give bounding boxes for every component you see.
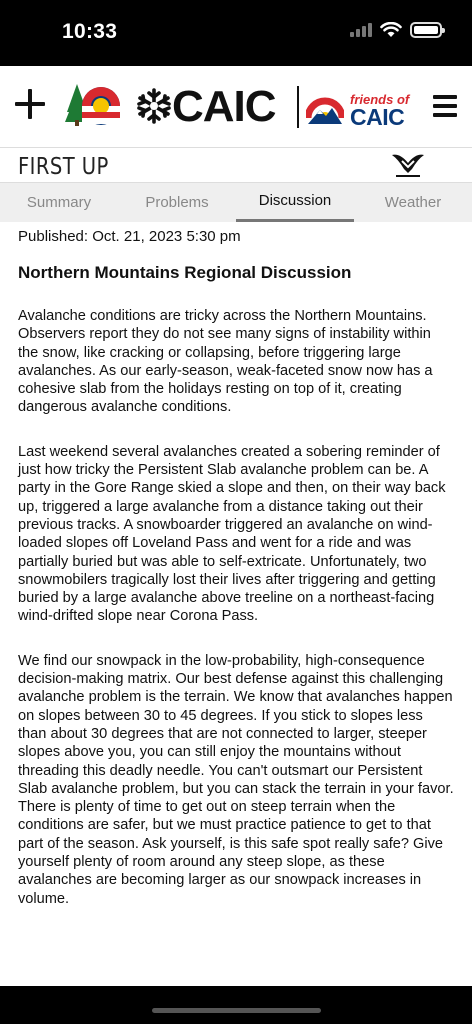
battery-icon: [410, 22, 445, 38]
caic-logo-text: CAIC: [172, 82, 277, 131]
discussion-paragraph: Avalanche conditions are tricky across t…: [18, 308, 433, 416]
add-button[interactable]: [14, 88, 46, 120]
discussion-content: Published: Oct. 21, 2023 5:30 pm Norther…: [0, 222, 472, 908]
app-header: CAIC friends of CAIC: [0, 66, 472, 148]
discussion-heading: Northern Mountains Regional Discussion: [18, 263, 352, 282]
status-bar: 10:33: [0, 0, 472, 66]
colorado-logo-icon: [65, 84, 120, 126]
status-icons: [350, 22, 445, 38]
status-time: 10:33: [62, 20, 118, 43]
tab-bar: Summary Problems Discussion Weather: [0, 182, 472, 222]
logo-divider: [297, 86, 299, 128]
home-indicator[interactable]: [152, 1008, 321, 1013]
published-date: Published: Oct. 21, 2023 5:30 pm: [18, 228, 241, 245]
sponsor-first-up[interactable]: FIRST UP: [18, 154, 109, 180]
tab-weather[interactable]: Weather: [354, 183, 472, 222]
dynafit-logo-icon[interactable]: [388, 151, 428, 179]
discussion-paragraph: We find our snowpack in the low-probabil…: [18, 652, 454, 907]
discussion-paragraph: Last weekend several avalanches created …: [18, 443, 446, 625]
snowflake-icon: [137, 88, 171, 124]
wifi-icon: [380, 22, 402, 37]
home-indicator-area: [0, 986, 472, 1024]
tab-problems[interactable]: Problems: [118, 183, 236, 222]
friends-caic-text: CAIC: [350, 104, 405, 130]
tab-summary[interactable]: Summary: [0, 183, 118, 222]
tab-discussion[interactable]: Discussion: [236, 183, 354, 222]
sponsor-bar: FIRST UP: [0, 148, 472, 182]
cellular-signal-icon: [350, 23, 372, 37]
hamburger-menu-icon[interactable]: [433, 95, 457, 117]
app-screen: CAIC friends of CAIC FIRST UP Summary Pr…: [0, 66, 472, 986]
friends-of-caic-logo-icon: [306, 97, 344, 124]
